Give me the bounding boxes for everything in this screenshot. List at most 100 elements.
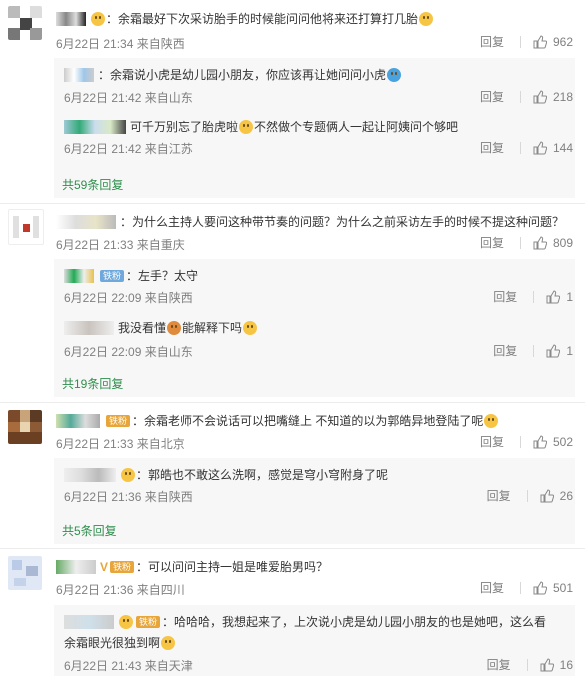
username-pixels[interactable] xyxy=(64,468,116,482)
comment-text-line: 铁粉 ：余霜老师不会说话可以把嘴缝上 不知道的以为郭皓异地登陆了呢 xyxy=(56,412,499,429)
like-count: 501 xyxy=(552,580,573,595)
reply-text-2: 余霜眼光很独到啊 xyxy=(64,636,161,650)
like-icon[interactable] xyxy=(540,657,554,672)
reply-actions: 回复 144 xyxy=(480,139,573,156)
like-icon[interactable] xyxy=(540,488,554,503)
reply-text: 左手？太守 xyxy=(138,269,199,283)
comment-actions: 回复 501 xyxy=(480,579,573,596)
like-count: 502 xyxy=(552,434,573,449)
emoji-icon xyxy=(121,468,135,482)
fan-badge: 铁粉 xyxy=(110,561,135,573)
username-pixels[interactable] xyxy=(56,12,86,26)
username-pixels[interactable] xyxy=(56,560,96,574)
reply-item: 铁粉 ：左手？太守 6月22日 22:09 来自陕西 回复 1 xyxy=(54,259,575,313)
reply-text-line: ：余霜说小虎是幼儿园小朋友，你应该再让她问问小虎 xyxy=(64,66,402,83)
reply-actions: 回复 1 xyxy=(493,288,573,305)
reply-actions: 回复 218 xyxy=(480,88,573,105)
like-count: 809 xyxy=(552,235,573,250)
emoji-icon xyxy=(239,120,254,134)
verified-v: V xyxy=(100,560,109,574)
reply-button[interactable]: 回复 xyxy=(487,487,511,504)
more-replies-link[interactable]: 共5条回复 xyxy=(62,522,117,539)
reply-meta: 6月22日 21:43 来自天津 xyxy=(64,659,193,673)
avatar[interactable] xyxy=(8,6,42,40)
emoji-icon xyxy=(91,12,105,26)
like-count: 26 xyxy=(559,488,573,503)
reply-text: ：哈哈哈，我想起来了，上次说小虎是幼儿园小朋友的也是她吧，这么看 xyxy=(162,615,547,629)
emoji-icon xyxy=(419,12,434,26)
reply-box: 铁粉 ：哈哈哈，我想起来了，上次说小虎是幼儿园小朋友的也是她吧，这么看 余霜眼光很… xyxy=(54,605,575,676)
reply-text-2: 能解释下吗 xyxy=(182,321,243,335)
like-icon[interactable] xyxy=(546,343,561,358)
reply-button[interactable]: 回复 xyxy=(487,656,511,673)
reply-text-line: ：郭皓也不敢这么洗啊，感觉是穹小穹附身了呢 xyxy=(64,466,388,483)
username-pixels[interactable] xyxy=(64,615,114,629)
reply-button[interactable]: 回复 xyxy=(480,139,504,156)
like-icon[interactable] xyxy=(533,140,547,155)
like-icon[interactable] xyxy=(546,289,561,304)
like-count: 1 xyxy=(566,343,573,358)
reply-meta: 6月22日 21:36 来自陕西 xyxy=(64,490,193,504)
reply-text: 可千万别忘了胎虎啦 xyxy=(130,120,239,134)
reply-button[interactable]: 回复 xyxy=(480,234,504,251)
username-pixels[interactable] xyxy=(56,215,116,229)
username-pixels[interactable] xyxy=(64,321,114,335)
comment-text-line: V 铁粉 ：可以问问主持一姐是唯爱胎男吗？ xyxy=(56,558,328,575)
reply-button[interactable]: 回复 xyxy=(480,579,504,596)
reply-text-2: 不然做个专题俩人一起让阿姨问个够吧 xyxy=(254,120,459,134)
emoji-icon xyxy=(484,414,499,428)
reply-text-line: 可千万别忘了胎虎啦 不然做个专题俩人一起让阿姨问个够吧 xyxy=(64,118,458,135)
like-icon[interactable] xyxy=(533,580,547,595)
fan-badge: 铁粉 xyxy=(106,415,131,427)
comment-text: 余霜最好下次采访胎手的时候能问问他将来还打算打几胎 xyxy=(118,12,419,26)
comment-meta: 6月22日 21:33 来自北京 xyxy=(56,437,185,451)
username-pixels[interactable] xyxy=(64,68,94,82)
fan-badge: 铁粉 xyxy=(100,270,125,282)
comment-text: 为什么主持人要问这种带节奏的问题？为什么之前采访左手的时候不提这种问题？ xyxy=(132,215,565,229)
reply-item: ：余霜说小虎是幼儿园小朋友，你应该再让她问问小虎 6月22日 21:42 来自山… xyxy=(54,58,575,112)
more-replies-link[interactable]: 共59条回复 xyxy=(62,176,123,193)
username-pixels[interactable] xyxy=(56,414,100,428)
username-pixels[interactable] xyxy=(64,120,126,134)
more-replies-link[interactable]: 共19条回复 xyxy=(62,375,123,392)
reply-text: 郭皓也不敢这么洗啊，感觉是穹小穹附身了呢 xyxy=(148,468,389,482)
like-icon[interactable] xyxy=(533,34,547,49)
reply-text-line-2: 余霜眼光很独到啊 xyxy=(64,634,176,651)
avatar[interactable] xyxy=(8,556,42,590)
comment-actions: 回复 809 xyxy=(480,234,573,251)
reply-text-line: 铁粉 ：左手？太守 xyxy=(64,267,198,284)
emoji-icon xyxy=(243,321,258,335)
reply-button[interactable]: 回复 xyxy=(493,288,517,305)
like-count: 16 xyxy=(559,657,573,672)
comment-text: ：可以问问主持一姐是唯爱胎男吗？ xyxy=(136,560,329,574)
comment-text: 余霜老师不会说话可以把嘴缝上 不知道的以为郭皓异地登陆了呢 xyxy=(144,414,484,428)
reply-button[interactable]: 回复 xyxy=(493,342,517,359)
like-count: 144 xyxy=(552,140,573,155)
comment-actions: 回复 502 xyxy=(480,433,573,450)
reply-item: ：郭皓也不敢这么洗啊，感觉是穹小穹附身了呢 6月22日 21:36 来自陕西 回… xyxy=(54,458,575,514)
like-icon[interactable] xyxy=(533,89,547,104)
like-count: 218 xyxy=(552,89,573,104)
reply-item: 铁粉 ：哈哈哈，我想起来了，上次说小虎是幼儿园小朋友的也是她吧，这么看 余霜眼光很… xyxy=(54,605,575,676)
reply-box: 铁粉 ：左手？太守 6月22日 22:09 来自陕西 回复 1 我没看懂 能解释下吗 … xyxy=(54,259,575,397)
comment-meta: 6月22日 21:33 来自重庆 xyxy=(56,238,185,252)
reply-text: 余霜说小虎是幼儿园小朋友，你应该再让她问问小虎 xyxy=(110,68,387,82)
reply-item: 可千万别忘了胎虎啦 不然做个专题俩人一起让阿姨问个够吧 6月22日 21:42 来… xyxy=(54,112,575,168)
reply-item: 我没看懂 能解释下吗 6月22日 22:09 来自山东 回复 1 xyxy=(54,313,575,369)
reply-meta: 6月22日 21:42 来自山东 xyxy=(64,91,193,105)
username-pixels[interactable] xyxy=(64,269,94,283)
like-icon[interactable] xyxy=(533,434,547,449)
reply-button[interactable]: 回复 xyxy=(480,33,504,50)
fan-badge: 铁粉 xyxy=(136,616,161,628)
avatar[interactable] xyxy=(8,410,42,444)
reply-meta: 6月22日 22:09 来自山东 xyxy=(64,345,193,359)
like-icon[interactable] xyxy=(533,235,547,250)
reply-button[interactable]: 回复 xyxy=(480,88,504,105)
like-count: 962 xyxy=(552,34,573,49)
like-count: 1 xyxy=(566,289,573,304)
comment-meta: 6月22日 21:34 来自陕西 xyxy=(56,37,185,51)
reply-text-line: 我没看懂 能解释下吗 xyxy=(64,319,258,336)
reply-button[interactable]: 回复 xyxy=(480,433,504,450)
emoji-icon xyxy=(167,321,182,335)
avatar[interactable] xyxy=(8,209,44,245)
